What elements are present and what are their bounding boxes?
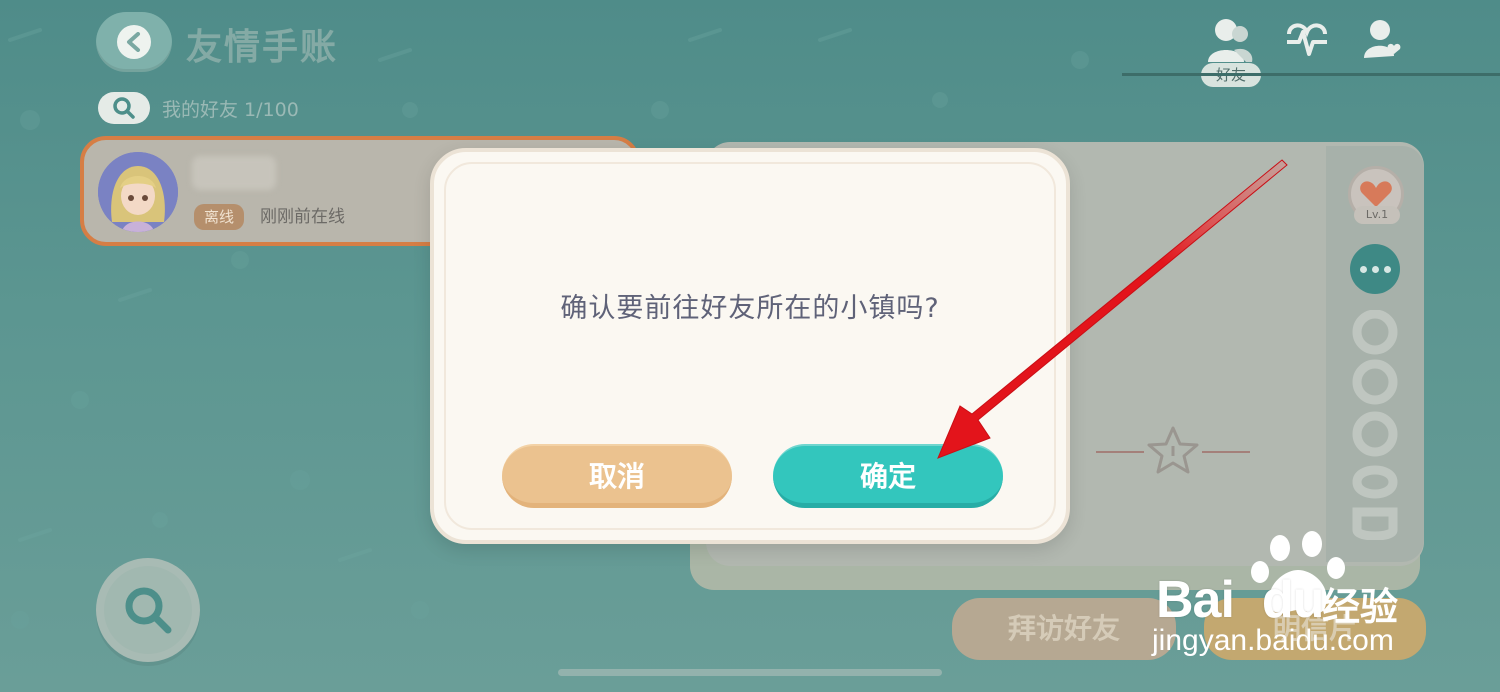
watermark-brand: Bai du (1156, 571, 1324, 629)
dialog-message: 确认要前往好友所在的小镇吗? (560, 293, 940, 324)
chevron-left-icon (117, 25, 151, 59)
game-screen: 友情手账 好友 我的好友 1/100 (0, 0, 1500, 692)
back-button[interactable] (96, 12, 172, 72)
level-label: Lv.1 (1354, 206, 1400, 224)
watermark-cn: 经验 (1322, 585, 1399, 629)
more-options-button[interactable] (1350, 244, 1400, 294)
home-indicator (558, 669, 942, 676)
search-friends-button[interactable] (98, 92, 150, 124)
star-divider-icon (1096, 426, 1250, 474)
confirm-dialog: 确认要前往好友所在的小镇吗? 取消 确定 (430, 148, 1070, 544)
activity-icon[interactable] (1285, 20, 1329, 60)
friends-count-label: 我的好友 1/100 (162, 98, 299, 121)
visit-friend-button[interactable]: 拜访好友 (952, 598, 1176, 660)
baidu-watermark: Bai du 经验 jingyan.baidu.com (1150, 530, 1420, 660)
avatar (98, 152, 178, 232)
confirm-button[interactable]: 确定 (773, 444, 1003, 508)
watermark-url: jingyan.baidu.com (1152, 624, 1394, 657)
cancel-button[interactable]: 取消 (502, 444, 732, 508)
heart-user-icon[interactable] (1364, 18, 1404, 60)
blurred-friend-name (192, 156, 276, 190)
friends-header-row: 我的好友 1/100 (98, 92, 299, 124)
search-icon (125, 587, 172, 634)
friends-icon[interactable] (1206, 16, 1254, 66)
decorative-logo (1346, 309, 1404, 541)
search-icon (113, 97, 135, 119)
page-title: 友情手账 (186, 27, 339, 68)
last-online-text: 刚刚前在线 (260, 207, 345, 227)
search-fab-button[interactable] (96, 558, 200, 662)
tab-underline (1122, 73, 1500, 76)
status-badge: 离线 (194, 204, 244, 230)
